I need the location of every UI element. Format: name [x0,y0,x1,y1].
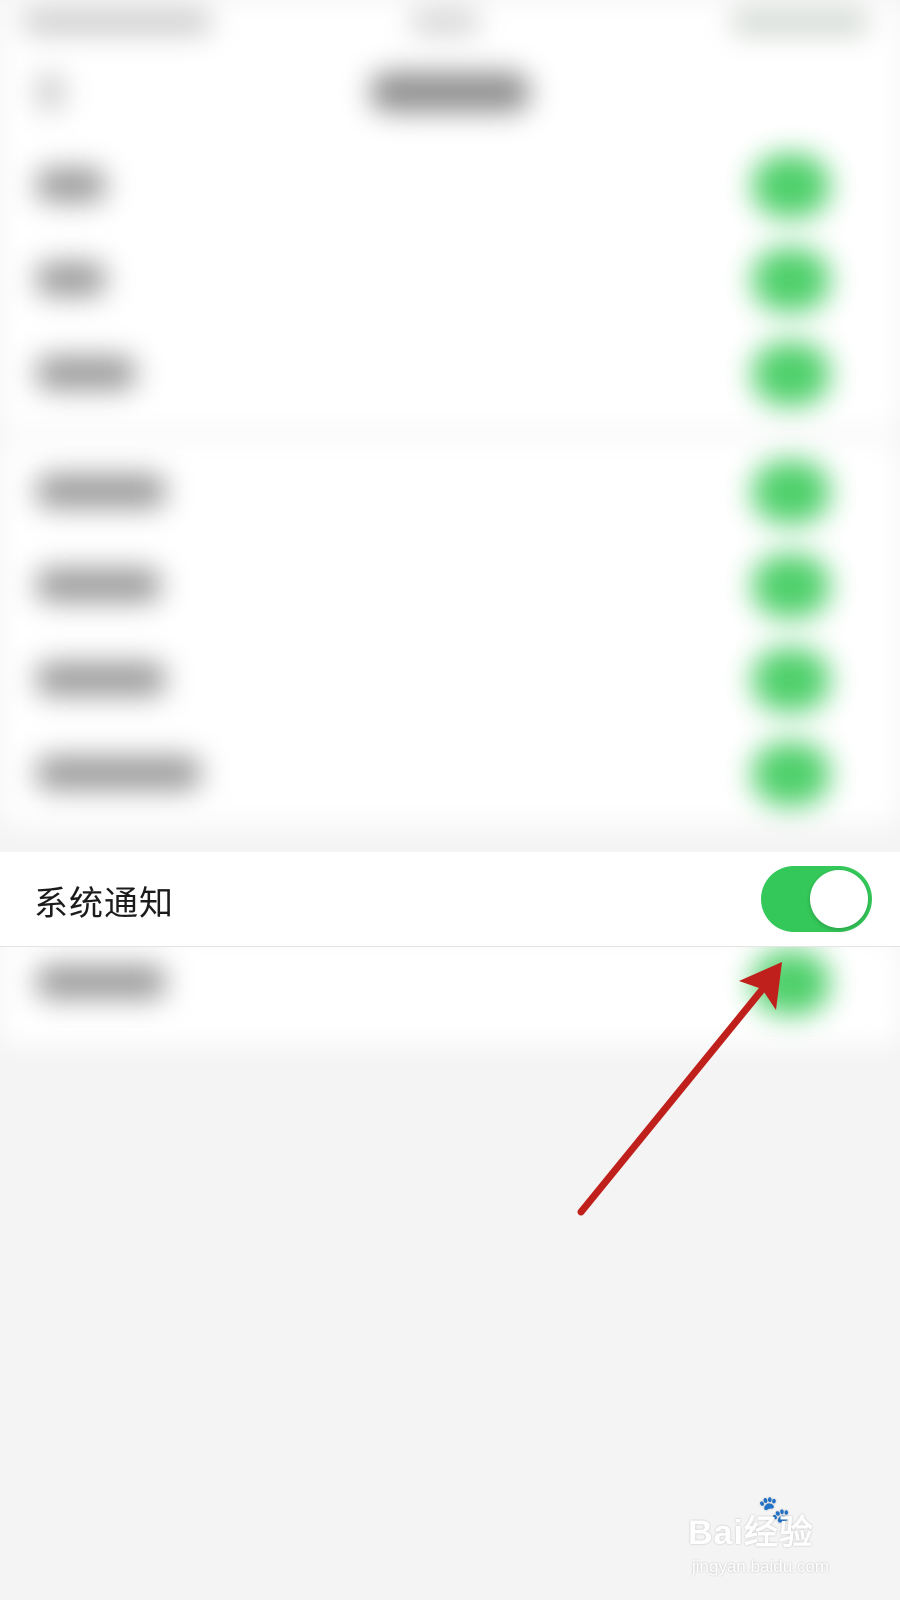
toggle[interactable] [752,742,830,806]
list-item-label [36,168,106,202]
back-icon[interactable] [36,74,64,110]
watermark-url: jingyan.baidu.com [692,1557,830,1576]
toggle[interactable] [752,154,830,218]
system-notification-toggle[interactable] [761,866,872,932]
list-item-label [36,356,136,390]
toggle[interactable] [752,648,830,712]
status-bar-right [730,10,870,34]
baidu-jingyan-watermark: 🐾 Bai经验 jingyan.baidu.com [688,1495,888,1590]
toggle[interactable] [752,342,830,406]
watermark-logo: Bai经验 [688,1514,814,1552]
toggle-knob [810,870,868,928]
system-notification-row: 系统通知 [0,852,900,947]
page-title [370,72,530,112]
toggle[interactable] [752,554,830,618]
list-item-label [36,474,166,508]
list-item-label [36,756,201,790]
status-bar-time [410,10,480,34]
status-bar-left [22,10,212,34]
list-item-label [36,262,106,296]
toggle[interactable] [752,248,830,312]
toggle[interactable] [752,460,830,524]
list-item-label [36,568,161,602]
settings-group-1 [0,140,900,430]
list-item-label [36,965,166,999]
list-item-label [36,662,166,696]
toggle[interactable] [752,951,830,1015]
settings-group-2 [0,440,900,825]
settings-screen: 系统通知 🐾 Bai经验 jingyan.baidu.com [0,0,900,1600]
system-notification-label: 系统通知 [34,884,174,924]
status-bar [0,0,900,44]
settings-group-3 [0,935,900,1045]
nav-bar [0,44,900,140]
